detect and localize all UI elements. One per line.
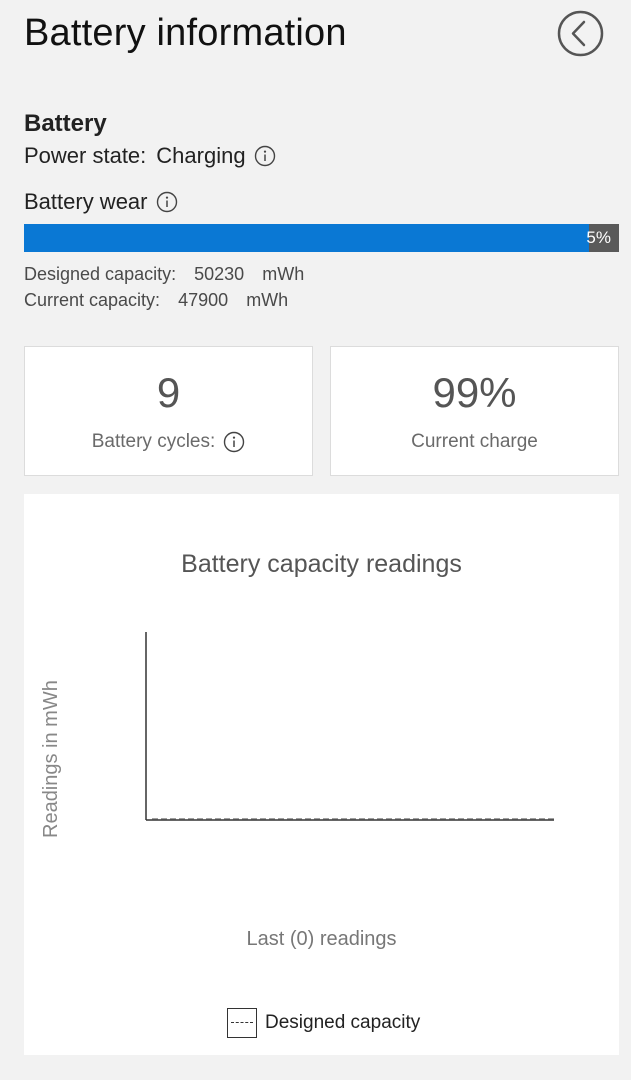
back-button[interactable]	[557, 10, 604, 57]
legend-label-designed-capacity: Designed capacity	[265, 1012, 421, 1033]
chevron-left-circle-icon	[557, 10, 604, 57]
battery-wear-row: Battery wear	[24, 189, 178, 215]
battery-cycles-label-row: Battery cycles:	[25, 431, 312, 453]
battery-wear-label: Battery wear	[24, 189, 148, 214]
battery-cycles-value: 9	[156, 369, 181, 416]
current-charge-label: Current charge	[411, 431, 538, 452]
designed-capacity-unit: mWh	[262, 264, 305, 284]
designed-capacity-label: Designed capacity:	[24, 264, 177, 284]
designed-capacity-value: 50230	[194, 264, 245, 284]
power-state-label: Power state:	[24, 143, 147, 168]
current-charge-value: 99%	[432, 369, 517, 416]
battery-cycles-label: Battery cycles:	[91, 431, 216, 452]
power-state-value: Charging	[156, 143, 246, 168]
capacity-chart: Battery capacity readings Last (0) readi…	[24, 494, 619, 1055]
current-charge-card: 99% Current charge	[330, 346, 619, 476]
battery-cycles-card: 9 Battery cycles:	[24, 346, 313, 476]
chart-x-label: Last (0) readings	[246, 928, 397, 950]
chart-legend: Designed capacity	[227, 1008, 420, 1038]
power-state-row: Power state: Charging	[24, 143, 276, 169]
current-capacity-row: Current capacity: 47900 mWh	[24, 290, 288, 311]
page-title: Battery information	[24, 12, 347, 54]
current-capacity-value: 47900	[178, 290, 229, 310]
battery-wear-fill	[24, 224, 590, 252]
legend-swatch-designed-capacity	[227, 1008, 257, 1038]
battery-wear-bar: 5%	[24, 224, 619, 252]
info-icon[interactable]	[223, 431, 245, 453]
battery-section-title: Battery	[24, 110, 107, 137]
current-charge-label-row: Current charge	[331, 431, 618, 453]
current-capacity-label: Current capacity:	[24, 290, 161, 310]
designed-capacity-row: Designed capacity: 50230 mWh	[24, 264, 304, 285]
chart-y-label: Readings in mWh	[40, 680, 62, 838]
current-capacity-unit: mWh	[246, 290, 289, 310]
info-icon[interactable]	[254, 145, 276, 167]
chart-plot	[145, 632, 554, 821]
battery-wear-percent: 5%	[586, 228, 611, 247]
info-icon[interactable]	[156, 191, 178, 213]
